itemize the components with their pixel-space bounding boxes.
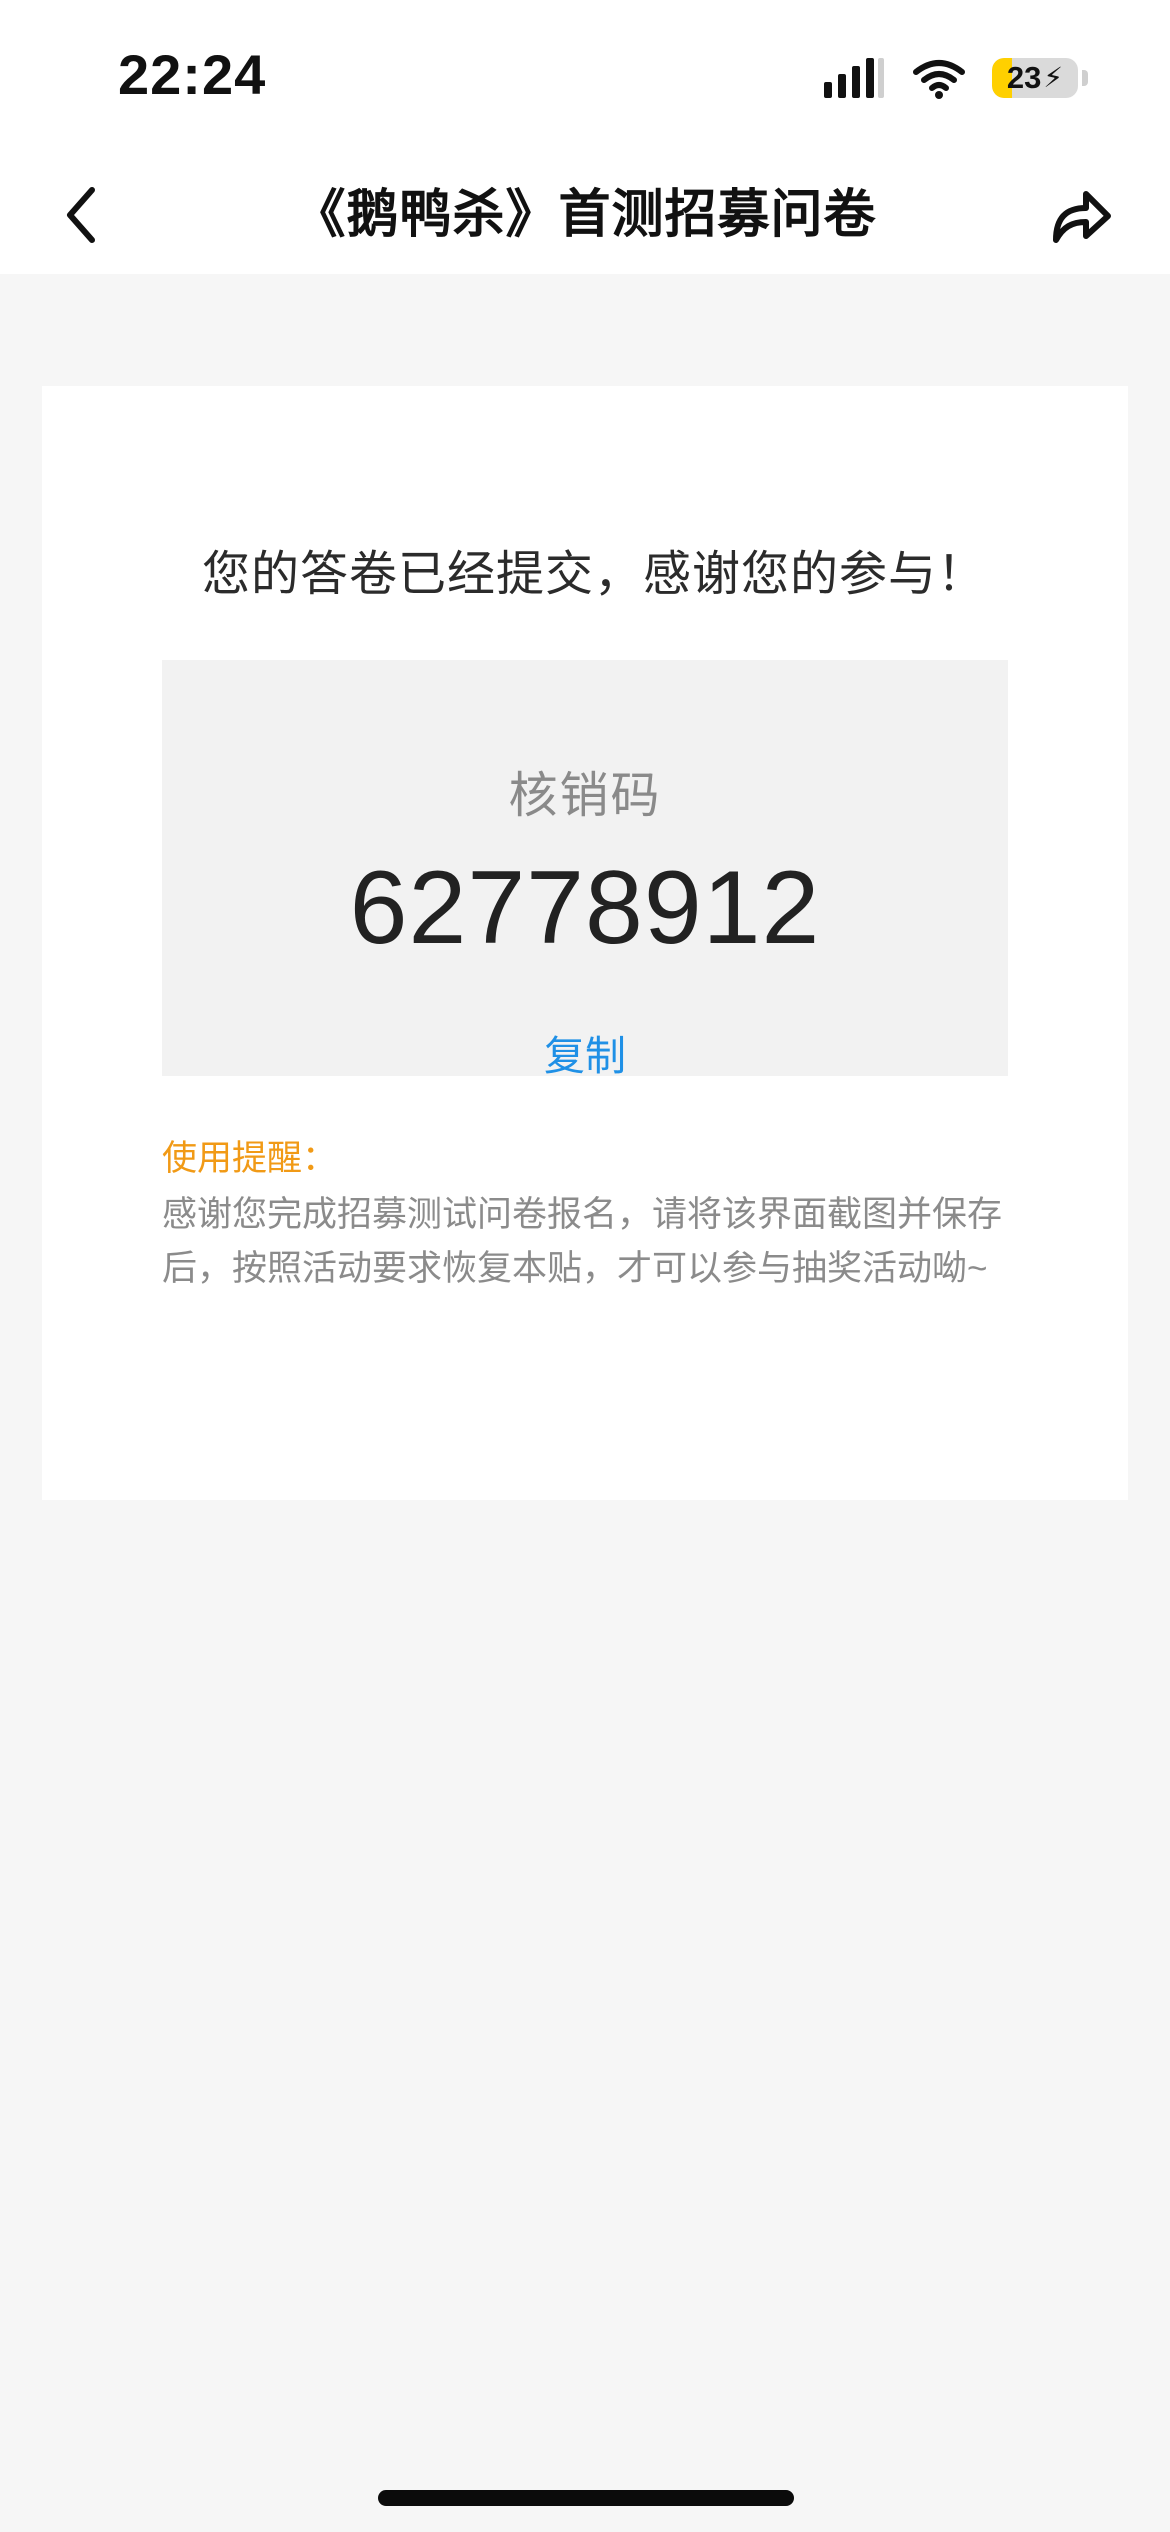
page: 22:24 23 ⚡ 《鹅鸭杀》首测招募问卷 您的答卷已经提交，感谢您的参与！ … <box>0 0 1170 2532</box>
code-label: 核销码 <box>508 769 662 823</box>
share-button[interactable] <box>1036 170 1126 260</box>
charging-bolt-icon: ⚡ <box>1043 62 1064 93</box>
battery-icon: 23 ⚡ <box>992 56 1092 100</box>
status-icons: 23 ⚡ <box>822 48 1092 108</box>
battery-percent: 23 <box>1006 60 1042 95</box>
verification-code: 62778912 <box>349 850 821 966</box>
share-arrow-icon <box>1053 191 1111 243</box>
survey-result-card: 您的答卷已经提交，感谢您的参与！ 核销码 62778912 复制 使用提醒： 感… <box>42 386 1128 1500</box>
copy-button[interactable]: 复制 <box>162 1022 1008 1082</box>
status-bar: 22:24 23 ⚡ <box>0 0 1170 150</box>
wifi-icon <box>913 60 965 99</box>
signal-icon <box>824 58 884 98</box>
nav-bar: 《鹅鸭杀》首测招募问卷 <box>0 150 1170 274</box>
usage-tip-title: 使用提醒： <box>162 1139 338 1178</box>
battery-body: 23 ⚡ <box>992 58 1078 98</box>
home-indicator[interactable] <box>378 2490 794 2506</box>
usage-tip-body: 感谢您完成招募测试问卷报名，请将该界面截图并保存后，按照活动要求恢复本贴，才可以… <box>162 1195 1003 1288</box>
battery-text: 23 ⚡ <box>992 58 1078 98</box>
status-time: 22:24 <box>118 43 267 106</box>
verification-code-box: 核销码 62778912 复制 <box>162 660 1008 1079</box>
success-message: 您的答卷已经提交，感谢您的参与！ <box>202 548 987 601</box>
page-title: 《鹅鸭杀》首测招募问卷 <box>293 186 877 244</box>
battery-tip <box>1082 70 1088 86</box>
